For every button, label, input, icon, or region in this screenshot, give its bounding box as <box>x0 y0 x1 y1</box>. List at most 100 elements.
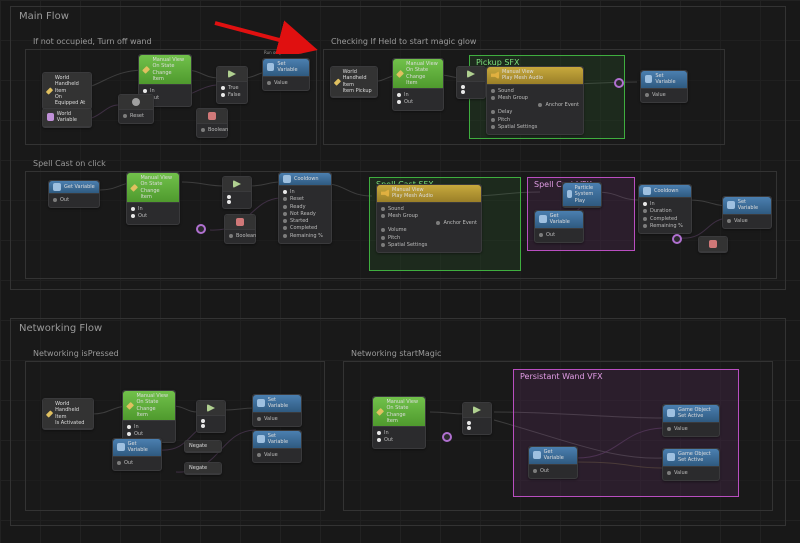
pin[interactable]: Reset <box>123 113 149 119</box>
node-cast-cooldown-1[interactable]: Cooldown In Reset Ready Not Ready Starte… <box>278 172 332 244</box>
node-held-state-change[interactable]: Manual View On State Change Item In Out <box>392 58 444 111</box>
pin-false[interactable] <box>467 426 487 430</box>
pin-in[interactable]: In <box>283 189 327 195</box>
node-wand-reset[interactable]: Reset <box>118 94 154 124</box>
reroute-node[interactable] <box>196 224 206 234</box>
node-spellcast-play-mesh-audio[interactable]: Manual View Play Mesh Audio Sound Mesh G… <box>376 184 482 253</box>
pin-false[interactable] <box>227 200 247 204</box>
node-cast-branch[interactable] <box>222 176 252 209</box>
pin-false[interactable]: False <box>221 92 243 98</box>
node-np-negate-1[interactable]: Negate <box>184 440 222 453</box>
node-nm-get-variable[interactable]: Get Variable Out <box>528 446 578 479</box>
pin-true[interactable] <box>461 85 481 89</box>
node-title: World Handheld Item Is Activated <box>55 401 89 426</box>
pin-value[interactable]: Value <box>267 80 305 86</box>
pin-in[interactable]: In <box>127 424 171 430</box>
fn-icon <box>53 183 61 191</box>
pin-value[interactable]: Value <box>667 426 715 432</box>
node-nm-branch[interactable] <box>462 402 492 435</box>
pin-out[interactable]: Out <box>533 468 573 474</box>
pin-completed[interactable]: Completed <box>643 216 687 222</box>
pin-in[interactable]: In <box>131 206 175 212</box>
pin-true[interactable]: True <box>221 85 243 91</box>
node-cast-get-variable[interactable]: Get Variable Out <box>48 180 100 208</box>
pin-mesh-group[interactable]: Mesh Group <box>381 213 477 219</box>
pin-value[interactable]: Value <box>645 92 683 98</box>
pin-completed[interactable]: Completed <box>283 225 327 231</box>
node-held-event[interactable]: World Handheld Item Item Pickup <box>330 66 378 98</box>
node-np-set-variable-1[interactable]: Set Variable Value <box>252 394 302 427</box>
node-wand-branch[interactable]: True False <box>216 66 248 104</box>
node-title: World Handheld Item Item Pickup <box>343 69 373 94</box>
node-np-event[interactable]: World Handheld Item Is Activated <box>42 398 94 430</box>
node-np-set-variable-2[interactable]: Set Variable Value <box>252 430 302 463</box>
pin-false[interactable] <box>201 424 221 428</box>
node-pickup-play-mesh-audio[interactable]: Manual View Play Mesh Audio Sound Mesh G… <box>486 66 584 135</box>
node-held-branch[interactable] <box>456 66 486 99</box>
branch-icon <box>473 406 481 414</box>
node-graph-canvas[interactable]: Main Flow If not occupied, Turn off wand… <box>0 0 800 543</box>
pin-in[interactable]: In <box>643 201 687 207</box>
pin-spatial[interactable]: Spatial Settings <box>491 124 579 130</box>
node-nm-set-active-1[interactable]: Game Object Set Active Value <box>662 404 720 437</box>
pin-spatial[interactable]: Spatial Settings <box>381 242 477 248</box>
pin-out[interactable]: Out <box>397 99 439 105</box>
pin-true[interactable] <box>467 421 487 425</box>
pin[interactable]: Boolean <box>201 127 223 133</box>
pin-reset[interactable]: Reset <box>283 196 327 202</box>
pin-sound[interactable]: Sound <box>491 88 579 94</box>
node-np-branch[interactable] <box>196 400 226 433</box>
node-cast-cooldown-2[interactable]: Cooldown In Duration Completed Remaining… <box>638 184 692 234</box>
pin-out[interactable]: Out <box>131 213 175 219</box>
pin-false[interactable] <box>461 90 481 94</box>
pin-out[interactable]: Out <box>53 197 95 203</box>
node-cast-state-change[interactable]: Manual View On State Change Item In Out <box>126 172 180 225</box>
pin-value[interactable]: Value <box>667 470 715 476</box>
pin-true[interactable] <box>227 195 247 199</box>
node-np-get-variable[interactable]: Get Variable Out <box>112 438 162 471</box>
pin-true[interactable] <box>201 419 221 423</box>
pin-in[interactable]: In <box>397 92 439 98</box>
pin-value[interactable]: Value <box>257 416 297 422</box>
node-np-negate-2[interactable]: Negate <box>184 462 222 475</box>
pin-out[interactable]: Boolean <box>229 233 251 239</box>
pin-mesh-group[interactable]: Mesh Group <box>491 95 579 101</box>
pin-value[interactable]: Value <box>257 452 297 458</box>
node-wand-boolean[interactable]: Boolean <box>196 108 228 138</box>
pin-duration[interactable]: Duration <box>643 208 687 214</box>
pin-started[interactable]: Started <box>283 218 327 224</box>
pin-ready[interactable]: Ready <box>283 204 327 210</box>
pin-pitch[interactable]: Pitch <box>491 117 579 123</box>
pin-pitch[interactable]: Pitch <box>381 235 477 241</box>
pin-remaining[interactable]: Remaining % <box>283 233 327 239</box>
node-cast-boolean[interactable]: Boolean <box>224 214 256 244</box>
pin-not-ready[interactable]: Not Ready <box>283 211 327 217</box>
node-vfx-get-variable[interactable]: Get Variable Out <box>534 210 584 243</box>
node-particle-play[interactable]: Particle System Play <box>562 182 602 208</box>
pin-value[interactable]: Value <box>727 218 767 224</box>
pin-out[interactable]: Out <box>127 431 171 437</box>
pin-sound[interactable]: Sound <box>381 206 477 212</box>
pin-out[interactable]: Out <box>117 460 157 466</box>
node-cast-boolean-2[interactable] <box>698 236 728 253</box>
pin-out[interactable]: Out <box>539 232 579 238</box>
node-held-set-variable[interactable]: Set Variable Value <box>640 70 688 103</box>
node-np-state-change[interactable]: Manual View On State Change Item In Out <box>122 390 176 443</box>
reroute-node[interactable] <box>672 234 682 244</box>
node-nm-state-change[interactable]: Manual View On State Change Item In Out <box>372 396 426 449</box>
node-nm-set-active-2[interactable]: Game Object Set Active Value <box>662 448 720 481</box>
subsection-networking-ispressed-label: Networking isPressed <box>33 349 119 358</box>
pin-out[interactable]: Out <box>377 437 421 443</box>
reroute-node[interactable] <box>442 432 452 442</box>
pin-remaining[interactable]: Remaining % <box>643 223 687 229</box>
pin-anchor-event[interactable]: Anchor Event <box>381 220 477 226</box>
pin-delay[interactable]: Delay <box>491 109 579 115</box>
pin-volume[interactable]: Volume <box>381 227 477 233</box>
pin-in[interactable]: In <box>377 430 421 436</box>
node-cast-set-variable[interactable]: Set Variable Value <box>722 196 772 229</box>
node-wand-set-variable[interactable]: Set Variable Value <box>262 58 310 91</box>
node-wand-onequipped-event[interactable]: World Handheld Item On Equipped At <box>42 72 92 110</box>
pin-anchor-event[interactable]: Anchor Event <box>491 102 579 108</box>
node-wand-world-var[interactable]: World Variable <box>42 108 92 128</box>
reroute-node[interactable] <box>614 78 624 88</box>
